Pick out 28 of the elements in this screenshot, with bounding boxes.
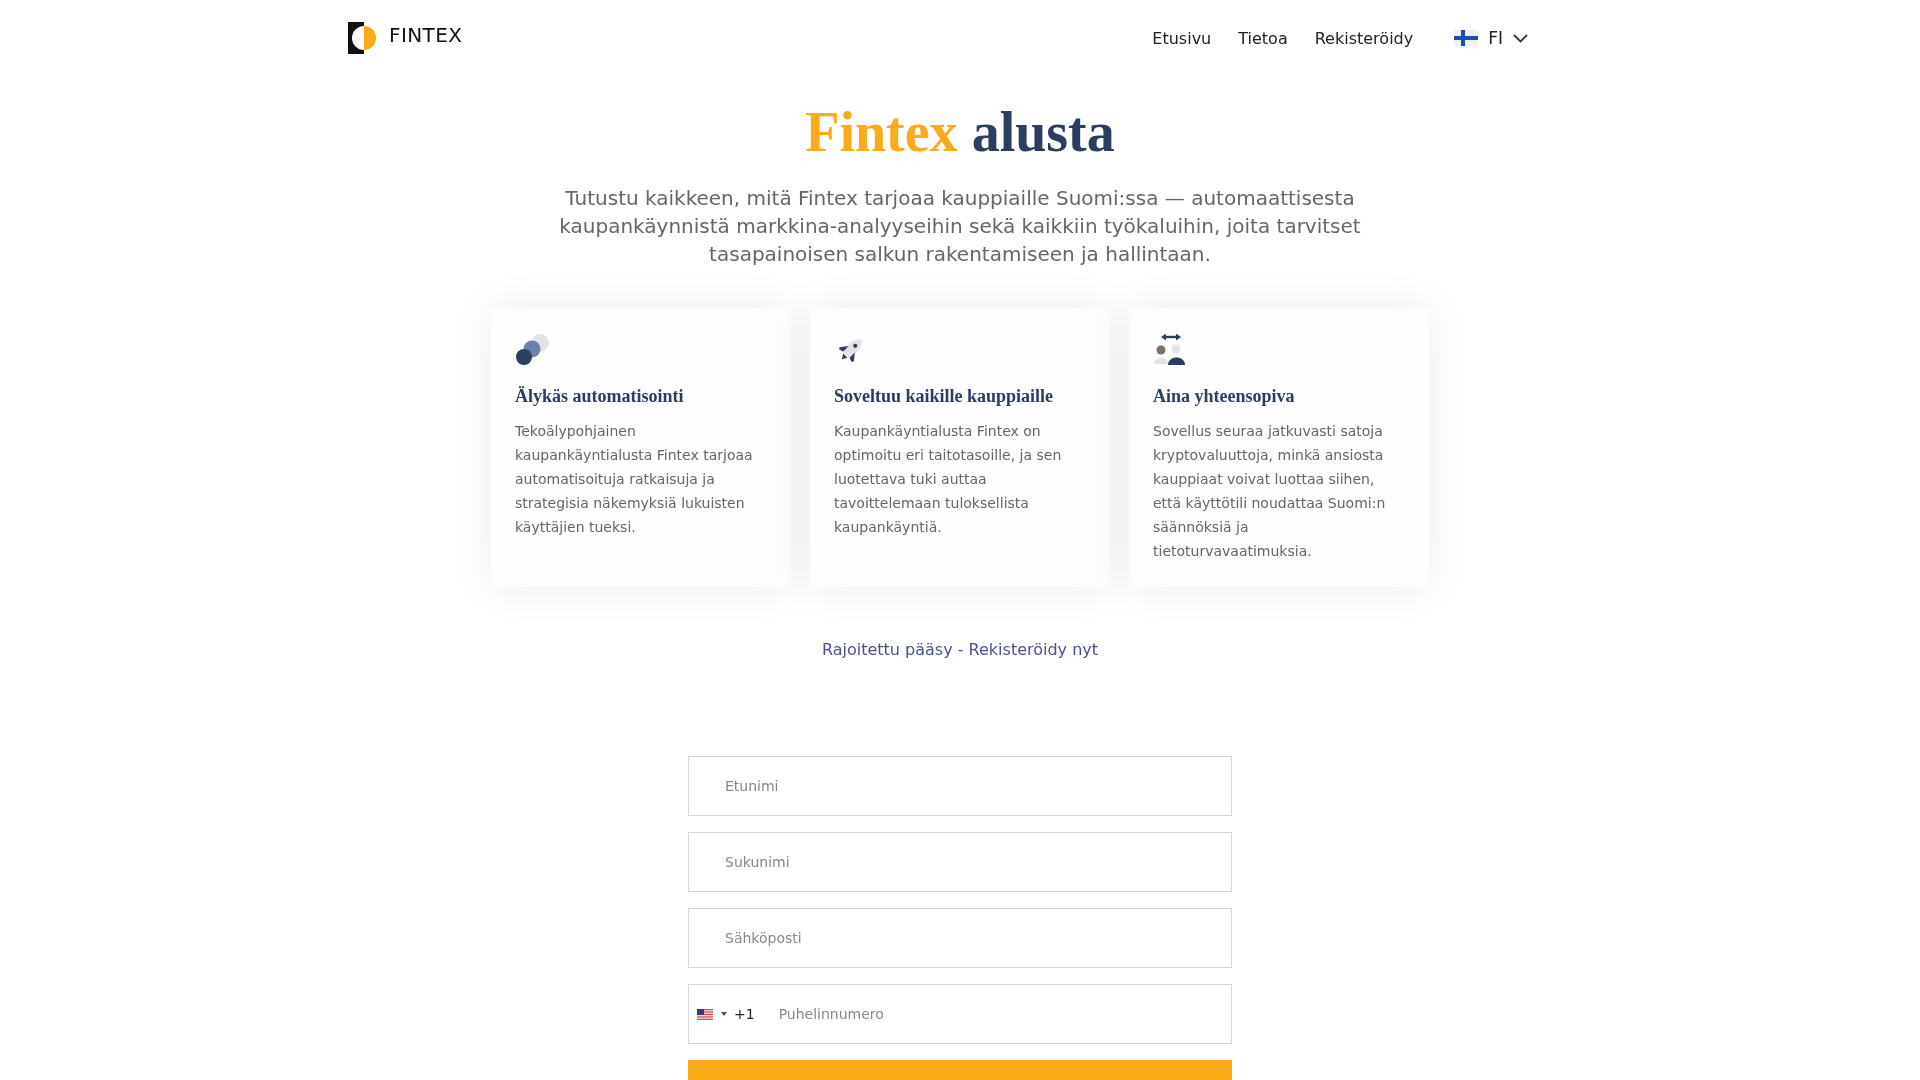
email-input[interactable]: Sähköposti: [688, 908, 1232, 968]
people-exchange-icon: [1153, 334, 1187, 366]
nav-link[interactable]: Etusivu: [1152, 28, 1212, 48]
logo-icon: [348, 22, 376, 54]
feature-title: Soveltuu kaikille kauppiaille: [834, 385, 1055, 408]
feature-text: Kaupankäyntialusta Fintex on optimoitu eri taitotasoille, ja sen luotettava tuki auttaa tavoittelemaan tuloksellista kaupankäyntiä.: [834, 422, 1063, 537]
text-input[interactable]: Etunimi: [688, 756, 1232, 816]
language-select[interactable]: FI: [1454, 28, 1528, 48]
finland-flag-icon: [1454, 30, 1479, 46]
dial-code: +1: [734, 1006, 755, 1022]
chevron-down-icon: [1513, 33, 1528, 43]
country-select[interactable]: [697, 1008, 727, 1020]
phone-field[interactable]: +1 Puhelinnumero: [688, 984, 1232, 1044]
nav-link[interactable]: Rekisteröidy: [1314, 28, 1414, 48]
feature-text: Sovellus seuraa jatkuvasti satoja kryptovaluuttoja, minkä ansiosta kauppiaat voivat luottaa siihen, että käyttötili noudattaa Suomi:n säännöksiä ja tietoturvavaatimuksia.: [1153, 422, 1387, 561]
intro-text: Tutustu kaikkeen, mitä Fintex tarjoaa kauppiaille Suomi:ssa — automaattisesta kaupankäynnistä markkina-analyyseihin sekä kaikkiin työkaluihin, joita tarvitset tasapainoisen salkun rakentamiseen ja hallintaan.: [558, 185, 1362, 268]
page-title: Fintex alusta: [805, 100, 1115, 164]
text-input[interactable]: Sukunimi: [688, 832, 1232, 892]
feature-title: Älykäs automatisointi: [515, 385, 685, 408]
feature-text: Tekoälypohjainen kaupankäyntialusta Fintex tarjoaa automatisoituja ratkaisuja ja strategisia näkemyksiä lukuisten käyttäjien tueksi.: [515, 422, 754, 537]
feature-title: Aina yhteensopiva: [1153, 385, 1296, 408]
brand-name: FINTEX: [389, 23, 463, 47]
overlapping-circles-icon: [515, 334, 549, 366]
register-link[interactable]: Rajoitettu pääsy - Rekisteröidy nyt: [821, 638, 1099, 662]
phone-number-input[interactable]: Puhelinnumero: [754, 985, 1223, 1043]
caret-down-icon: [721, 1012, 727, 1016]
us-flag-icon: [697, 1008, 713, 1020]
nav-link[interactable]: Tietoa: [1238, 28, 1288, 48]
